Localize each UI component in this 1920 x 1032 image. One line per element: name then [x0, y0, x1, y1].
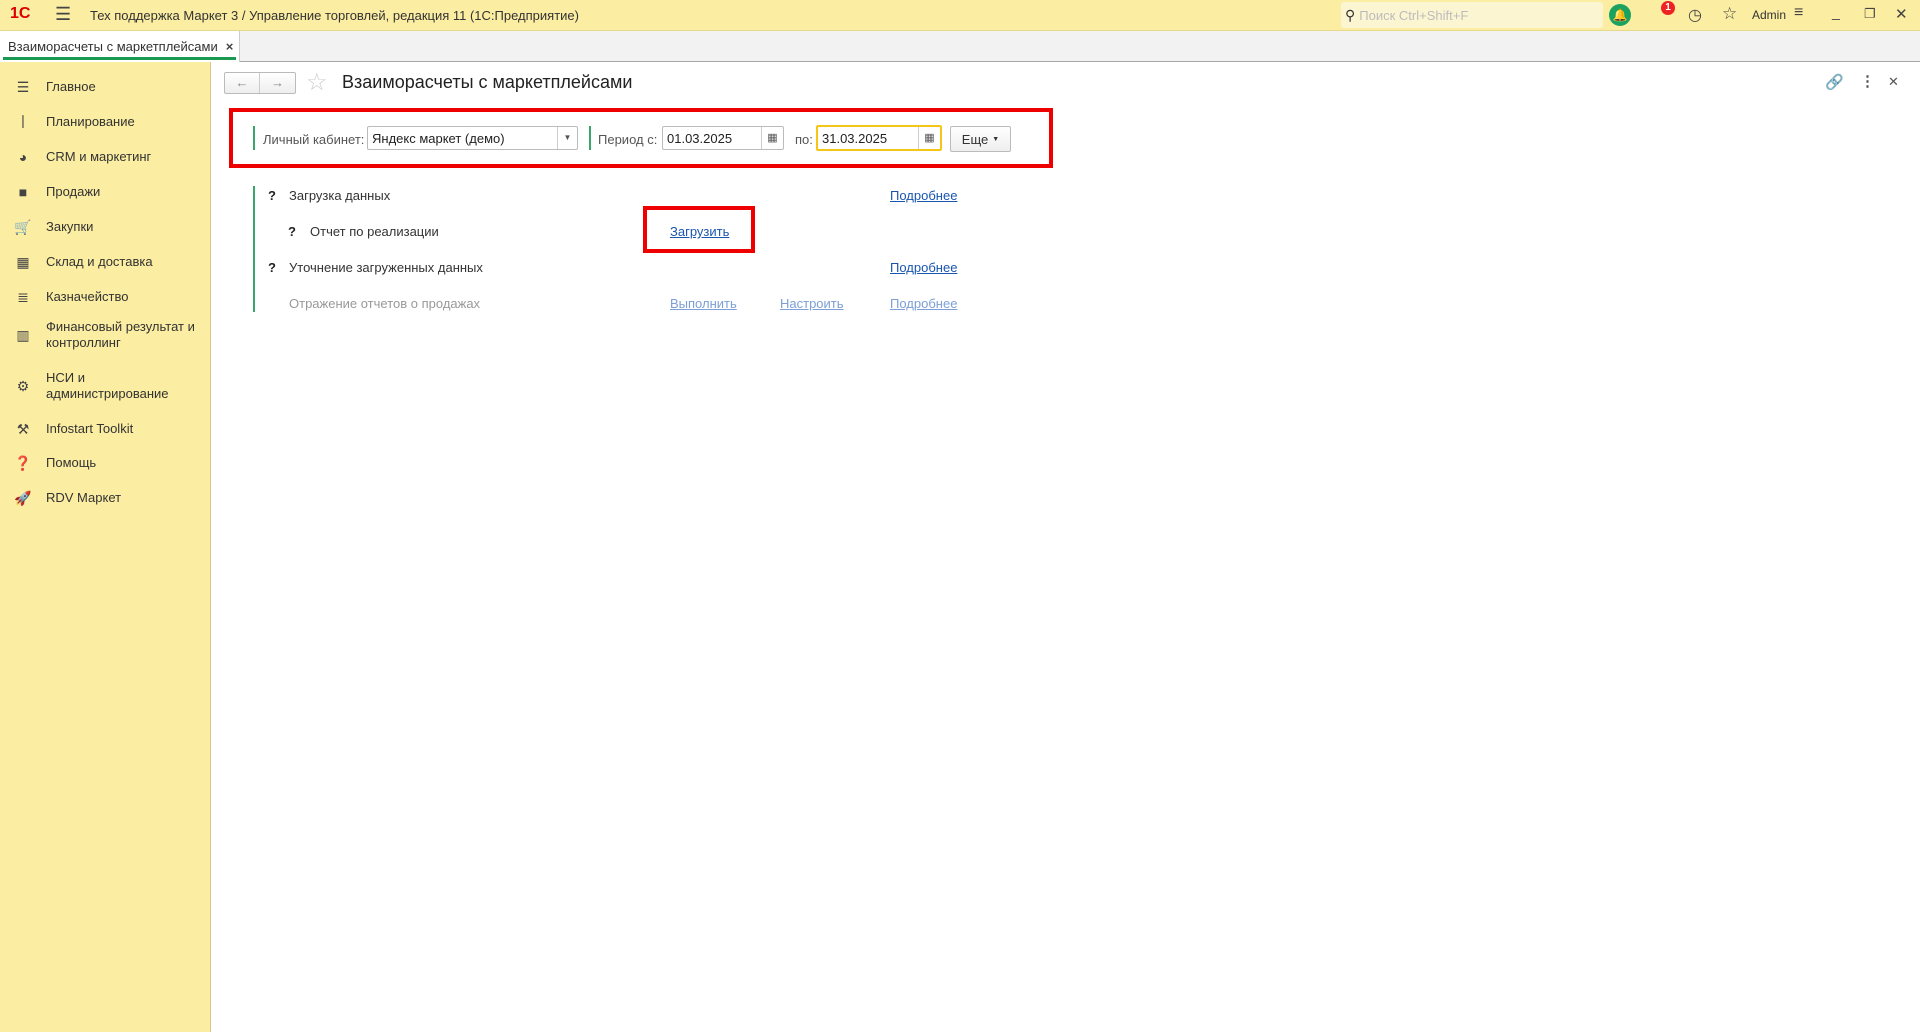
reflect-reports-details-link[interactable]: Подробнее: [890, 296, 957, 311]
close-window-icon[interactable]: ✕: [1895, 5, 1908, 23]
sidebar-item-label: Помощь: [46, 455, 97, 470]
window-title: Тех поддержка Маркет 3 / Управление торг…: [90, 8, 579, 23]
sidebar-item-planning[interactable]: ⼁ Планирование: [0, 107, 210, 137]
calendar-icon[interactable]: ▦: [918, 127, 940, 149]
warehouse-grid-icon: ▦: [16, 253, 30, 270]
help-question-icon[interactable]: ?: [288, 224, 296, 239]
rocket-icon: 🚀: [14, 489, 32, 506]
sidebar-item-label: Infostart Toolkit: [46, 421, 134, 436]
active-tab-indicator: [3, 57, 236, 60]
sidebar-item-label: Планирование: [46, 114, 135, 129]
help-question-icon[interactable]: ?: [268, 260, 276, 275]
calendar-icon[interactable]: ▦: [761, 127, 783, 149]
account-select[interactable]: Яндекс маркет (демо) ▼: [367, 126, 578, 150]
restore-icon[interactable]: ❐: [1864, 6, 1876, 22]
sidebar-item-label: CRM и маркетинг: [46, 149, 152, 164]
period-to-label: по:: [795, 132, 813, 147]
cart-icon: 🛒: [14, 218, 32, 235]
sidebar-item-label: Финансовый результат и контроллинг: [46, 319, 195, 350]
search-input[interactable]: ⚲ Поиск Ctrl+Shift+F: [1341, 2, 1603, 28]
execute-link[interactable]: Выполнить: [670, 296, 737, 311]
navigation-buttons: ← →: [224, 72, 296, 94]
menu-icon[interactable]: ☰: [55, 4, 71, 25]
configure-link[interactable]: Настроить: [780, 296, 844, 311]
group-marker: [589, 126, 591, 150]
tools-icon: ⚒: [16, 420, 30, 437]
planning-chart-icon: ⼁: [16, 114, 30, 130]
sidebar-item-finance[interactable]: ▥ Финансовый результат и контроллинг: [0, 317, 210, 353]
bar-chart-icon: ▥: [16, 326, 30, 343]
step-refine-data-label: Уточнение загруженных данных: [289, 260, 483, 275]
period-to-value: 31.03.2025: [822, 130, 888, 146]
page-title: Взаиморасчеты с маркетплейсами: [342, 72, 633, 92]
sidebar-item-warehouse[interactable]: ▦ Склад и доставка: [0, 247, 210, 277]
sidebar-item-label: Склад и доставка: [46, 254, 153, 269]
link-icon[interactable]: 🔗: [1825, 73, 1844, 91]
period-from-input[interactable]: 01.03.2025 ▦: [662, 126, 784, 150]
sidebar-item-sales[interactable]: ■ Продажи: [0, 177, 210, 207]
sidebar-item-infostart[interactable]: ⚒ Infostart Toolkit: [0, 414, 210, 444]
search-placeholder: Поиск Ctrl+Shift+F: [1359, 7, 1469, 23]
sidebar-item-treasury[interactable]: ≣ Казначейство: [0, 282, 210, 312]
user-name[interactable]: Admin: [1752, 8, 1786, 22]
settings-menu-icon[interactable]: ≡: [1794, 4, 1803, 22]
forward-arrow-icon[interactable]: →: [260, 73, 295, 93]
sidebar-item-label: Главное: [46, 79, 96, 94]
notifications-bell-icon[interactable]: 🔔: [1609, 4, 1631, 26]
shopping-bag-icon: ■: [18, 184, 28, 200]
favorites-star-icon[interactable]: ☆: [1722, 4, 1737, 24]
chevron-down-icon[interactable]: ▼: [557, 127, 577, 149]
group-marker: [253, 126, 255, 150]
1c-logo-icon: 1С: [10, 5, 31, 22]
sidebar-item-main[interactable]: ☰ Главное: [0, 72, 210, 102]
step-reflect-reports-label: Отражение отчетов о продажах: [289, 296, 481, 311]
sidebar-item-label: RDV Маркет: [46, 490, 122, 505]
more-actions-icon[interactable]: ⋮: [1860, 72, 1875, 90]
more-button-label: Еще: [961, 131, 989, 147]
step-sales-report-label: Отчет по реализации: [310, 224, 439, 239]
tab-label: Взаиморасчеты с маркетплейсами: [8, 39, 218, 54]
minimize-icon[interactable]: _: [1832, 4, 1840, 20]
tab-mutual-settlements[interactable]: Взаиморасчеты с маркетплейсами ×: [0, 31, 240, 62]
sidebar-item-label: Закупки: [46, 219, 94, 234]
sidebar-item-label: НСИ и администрирование: [46, 370, 169, 401]
sidebar-item-label: Казначейство: [46, 289, 129, 304]
account-value: Яндекс маркет (демо): [372, 130, 505, 146]
period-from-value: 01.03.2025: [667, 130, 733, 146]
title-bar: 1С ☰ Тех поддержка Маркет 3 / Управление…: [0, 0, 1920, 31]
back-arrow-icon[interactable]: ←: [225, 73, 261, 93]
refine-data-details-link[interactable]: Подробнее: [890, 260, 957, 275]
help-icon: ❓: [14, 454, 32, 471]
search-icon: ⚲: [1345, 6, 1356, 23]
load-link[interactable]: Загрузить: [670, 224, 729, 239]
sidebar-item-crm[interactable]: ◕ CRM и маркетинг: [0, 142, 210, 172]
period-to-input[interactable]: 31.03.2025 ▦: [816, 125, 942, 151]
period-from-label: Период с:: [598, 132, 658, 147]
chevron-down-icon: ▼: [992, 135, 1000, 143]
more-button[interactable]: Еще ▼: [950, 126, 1011, 152]
load-data-details-link[interactable]: Подробнее: [890, 188, 957, 203]
gear-icon: ⚙: [16, 377, 30, 394]
pie-chart-icon: ◕: [18, 149, 28, 165]
tab-bar: Взаиморасчеты с маркетплейсами ×: [0, 31, 1920, 62]
sidebar: ☰ Главное ⼁ Планирование ◕ CRM и маркетинг …: [0, 62, 211, 1032]
help-question-icon[interactable]: ?: [268, 188, 276, 203]
history-icon[interactable]: ◷: [1688, 5, 1702, 25]
sidebar-item-purchases[interactable]: 🛒 Закупки: [0, 212, 210, 242]
close-form-icon[interactable]: ✕: [1888, 74, 1899, 90]
close-tab-icon[interactable]: ×: [226, 39, 234, 54]
sidebar-item-rdv-market[interactable]: 🚀 RDV Маркет: [0, 483, 210, 513]
notification-badge: 1: [1661, 1, 1675, 15]
steps-group-marker: [253, 186, 255, 312]
step-load-data-label: Загрузка данных: [289, 188, 391, 203]
coins-icon: ≣: [17, 288, 29, 305]
account-label: Личный кабинет:: [263, 132, 365, 147]
favorite-star-icon[interactable]: ☆: [306, 68, 328, 97]
list-icon: ☰: [16, 78, 30, 95]
sidebar-item-help[interactable]: ❓ Помощь: [0, 448, 210, 478]
sidebar-item-label: Продажи: [46, 184, 101, 199]
sidebar-item-admin[interactable]: ⚙ НСИ и администрирование: [0, 368, 210, 404]
